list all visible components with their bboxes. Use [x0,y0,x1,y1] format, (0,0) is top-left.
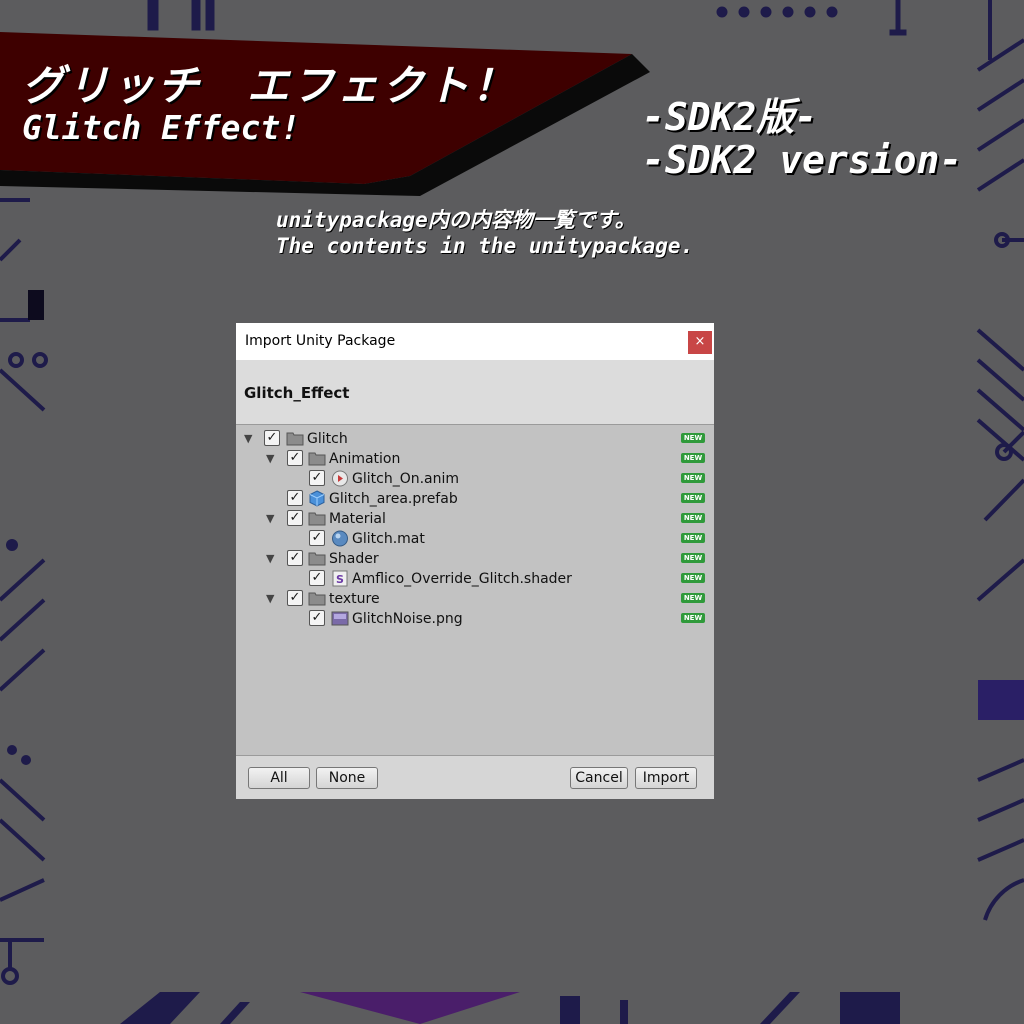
item-label: texture [329,591,380,607]
new-badge: NEW [681,533,705,543]
top-circuit-border [147,0,907,36]
tree-row-glitch-on-anim[interactable]: ✓ Glitch_On.anim NEW [236,469,714,489]
item-checkbox[interactable]: ✓ [287,550,303,566]
item-checkbox[interactable]: ✓ [287,510,303,526]
folder-icon [308,452,326,466]
item-label: Shader [329,551,379,567]
cancel-button[interactable]: Cancel [570,767,628,789]
item-label: Glitch [307,431,348,447]
expand-arrow-icon[interactable]: ▼ [266,553,274,565]
item-label: Glitch_area.prefab [329,491,458,507]
tree-row-shader-folder[interactable]: ▼ ✓ Shader NEW [236,549,714,569]
folder-icon [308,512,326,526]
texture-icon [331,611,349,626]
item-label: GlitchNoise.png [352,611,463,627]
left-block [28,290,44,320]
import-unity-package-dialog: Import Unity Package × Glitch_Effect ▼ ✓… [236,323,714,799]
new-badge: NEW [681,493,705,503]
item-checkbox[interactable]: ✓ [309,470,325,486]
select-all-button[interactable]: All [248,767,310,789]
title-japanese: グリッチ エフェクト！ [22,61,518,110]
svg-text:S: S [336,573,344,586]
close-button[interactable]: × [688,331,712,354]
new-badge: NEW [681,473,705,483]
folder-icon [308,592,326,606]
title-english: Glitch Effect! [22,108,301,147]
expand-arrow-icon[interactable]: ▼ [266,513,274,525]
item-checkbox[interactable]: ✓ [287,450,303,466]
new-badge: NEW [681,553,705,563]
tree-row-glitchnoise-png[interactable]: ✓ GlitchNoise.png NEW [236,609,714,629]
asset-tree: ▼ ✓ Glitch NEW ▼ ✓ Animation NEW ✓ Glitc… [236,425,714,755]
new-badge: NEW [681,613,705,623]
item-label: Glitch_On.anim [352,471,460,487]
description-english: The contents in the unitypackage. [276,234,694,258]
item-label: Amflico_Override_Glitch.shader [352,571,572,587]
new-badge: NEW [681,433,705,443]
item-checkbox[interactable]: ✓ [287,590,303,606]
tree-row-material-folder[interactable]: ▼ ✓ Material NEW [236,509,714,529]
new-badge: NEW [681,513,705,523]
item-checkbox[interactable]: ✓ [287,490,303,506]
expand-arrow-icon[interactable]: ▼ [266,453,274,465]
tree-row-glitch-folder[interactable]: ▼ ✓ Glitch NEW [236,429,714,449]
item-checkbox[interactable]: ✓ [309,610,325,626]
dialog-title: Import Unity Package [245,333,396,349]
version-japanese: -SDK2版- [642,95,818,139]
right-circuit-border [976,0,1024,921]
new-badge: NEW [681,593,705,603]
import-button[interactable]: Import [635,767,697,789]
expand-arrow-icon[interactable]: ▼ [244,433,252,445]
material-icon [332,530,348,547]
right-block [978,680,1024,720]
select-none-button[interactable]: None [316,767,378,789]
item-label: Material [329,511,386,527]
tree-row-animation-folder[interactable]: ▼ ✓ Animation NEW [236,449,714,469]
tree-row-glitch-area-prefab[interactable]: ✓ Glitch_area.prefab NEW [236,489,714,509]
folder-icon [286,432,304,446]
package-name: Glitch_Effect [244,384,350,402]
animation-clip-icon [332,470,348,487]
description-japanese: unitypackage内の内容物一覧です。 [276,208,636,232]
dialog-footer: All None Cancel Import [236,755,714,799]
tree-row-texture-folder[interactable]: ▼ ✓ texture NEW [236,589,714,609]
new-badge: NEW [681,573,705,583]
item-checkbox[interactable]: ✓ [309,570,325,586]
version-english: -SDK2 version- [642,138,963,182]
tree-row-amflico-shader[interactable]: ✓ S Amflico_Override_Glitch.shader NEW [236,569,714,589]
package-header: Glitch_Effect [236,360,714,425]
item-checkbox[interactable]: ✓ [309,530,325,546]
prefab-icon [309,490,325,507]
new-badge: NEW [681,453,705,463]
bottom-circuit-border [44,992,978,1024]
item-label: Glitch.mat [352,531,425,547]
item-checkbox[interactable]: ✓ [264,430,280,446]
folder-icon [308,552,326,566]
expand-arrow-icon[interactable]: ▼ [266,593,274,605]
shader-icon: S [332,570,348,587]
item-label: Animation [329,451,401,467]
tree-row-glitch-mat[interactable]: ✓ Glitch.mat NEW [236,529,714,549]
dialog-titlebar: Import Unity Package × [236,323,714,360]
